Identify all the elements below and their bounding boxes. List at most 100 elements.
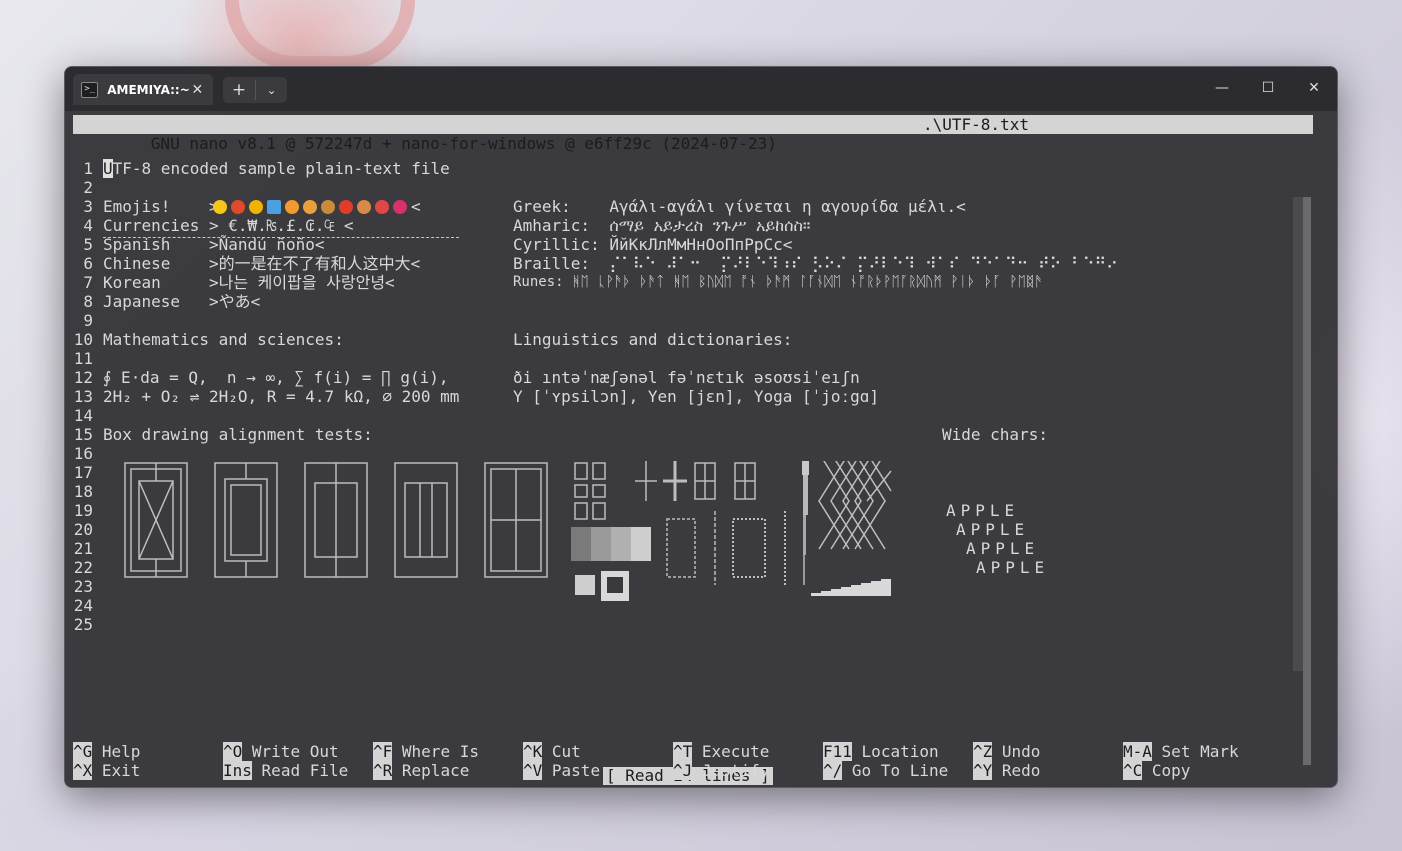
title-bar: >_ AMEMIYA::~ ✕ + ⌄ — ☐ ✕ bbox=[65, 67, 1337, 111]
line-number: 2 bbox=[83, 178, 93, 197]
shortcut-label: Write Out bbox=[251, 742, 339, 761]
new-tab-plus-icon[interactable]: + bbox=[223, 80, 256, 100]
emoji-icon bbox=[285, 199, 299, 214]
terminal-icon: >_ bbox=[81, 81, 99, 98]
shortcut-key: M-A bbox=[1123, 742, 1152, 761]
shortcut-key: ^V bbox=[523, 761, 543, 780]
shortcut-key: ^C bbox=[1123, 761, 1143, 780]
line-number: 20 bbox=[73, 520, 93, 539]
shortcut-paste[interactable]: ^V Paste bbox=[523, 761, 600, 780]
shortcut-label: Undo bbox=[1001, 742, 1041, 761]
line-number: 13 bbox=[73, 387, 93, 406]
text-line: Currencies > €.₩.₨.£.₢.₠ < bbox=[103, 216, 354, 235]
line-number: 12 bbox=[73, 368, 93, 387]
shortcut-where-is[interactable]: ^F Where Is bbox=[373, 742, 479, 761]
line-number: 19 bbox=[73, 501, 93, 520]
shortcut-label: Justify bbox=[701, 761, 770, 780]
line-number: 21 bbox=[73, 539, 93, 558]
line-number: 8 bbox=[83, 292, 93, 311]
maximize-button[interactable]: ☐ bbox=[1245, 73, 1291, 103]
wide-chars-line: APPLE bbox=[966, 539, 1040, 558]
terminal-window: >_ AMEMIYA::~ ✕ + ⌄ — ☐ ✕ GNU nano v8.1 … bbox=[64, 66, 1338, 788]
shortcut-key: F11 bbox=[823, 742, 852, 761]
wide-chars-line: APPLE bbox=[946, 501, 1020, 520]
line-number: 1 bbox=[83, 159, 93, 178]
shortcut-cut[interactable]: ^K Cut bbox=[523, 742, 581, 761]
line-number: 18 bbox=[73, 482, 93, 501]
text-line: Cyrillic: ЙйКкЛлМмНнОоПпРрСс< bbox=[513, 235, 793, 254]
shortcut-key: ^Z bbox=[973, 742, 993, 761]
text-line: Spanish >Ñandú ñoño< bbox=[103, 235, 325, 254]
scrollbar-thumb[interactable] bbox=[1293, 197, 1303, 671]
terminal-content[interactable]: GNU nano v8.1 @ 572247d + nano-for-windo… bbox=[65, 111, 1337, 787]
emoji-row: < bbox=[213, 197, 421, 216]
line-number: 15 bbox=[73, 425, 93, 444]
emoji-icon bbox=[267, 199, 281, 214]
emoji-icon bbox=[357, 199, 371, 214]
text-line: Linguistics and dictionaries: bbox=[513, 330, 793, 349]
line-text: TF-8 encoded sample plain-text file bbox=[112, 159, 450, 178]
scrollbar-track[interactable] bbox=[1303, 197, 1311, 765]
emoji-icon bbox=[393, 199, 407, 214]
shortcut-set-mark[interactable]: M-A Set Mark bbox=[1123, 742, 1239, 761]
line-number: 14 bbox=[73, 406, 93, 425]
shortcut-write-out[interactable]: ^O Write Out bbox=[223, 742, 339, 761]
text-line: Greek: Αγάλι-αγάλι γίνεται η αγουρίδα μέ… bbox=[513, 197, 966, 216]
shortcut-execute[interactable]: ^T Execute bbox=[673, 742, 769, 761]
line-number: 11 bbox=[73, 349, 93, 368]
text-line: Korean >나는 케이팝을 사랑안녕< bbox=[103, 273, 395, 292]
tab-amemiya[interactable]: >_ AMEMIYA::~ ✕ bbox=[73, 74, 213, 105]
emoji-icon bbox=[375, 199, 389, 214]
shortcut-label: Redo bbox=[1001, 761, 1041, 780]
line-number: 6 bbox=[83, 254, 93, 273]
text-line: Box drawing alignment tests: bbox=[103, 425, 373, 444]
text-line: Emojis! > bbox=[103, 197, 219, 216]
emoji-end: < bbox=[411, 197, 421, 216]
wide-chars-line: APPLE bbox=[976, 558, 1050, 577]
minimize-button[interactable]: — bbox=[1199, 73, 1245, 103]
shortcut-key: ^X bbox=[73, 761, 93, 780]
shortcut-replace[interactable]: ^R Replace bbox=[373, 761, 469, 780]
shortcut-help[interactable]: ^G Help bbox=[73, 742, 140, 761]
shortcut-exit[interactable]: ^X Exit bbox=[73, 761, 140, 780]
shortcut-redo[interactable]: ^Y Redo bbox=[973, 761, 1040, 780]
shortcut-copy[interactable]: ^C Copy bbox=[1123, 761, 1190, 780]
line-number: 22 bbox=[73, 558, 93, 577]
close-tab-icon[interactable]: ✕ bbox=[190, 82, 205, 98]
text-line: Y [ˈʏpsilɔn], Yen [jɛn], Yoga [ˈjoːgɑ] bbox=[513, 387, 880, 406]
shortcut-location[interactable]: F11 Location bbox=[823, 742, 939, 761]
shortcut-go-to-line[interactable]: ^/ Go To Line bbox=[823, 761, 948, 780]
line-number: 7 bbox=[83, 273, 93, 292]
shortcut-label: Replace bbox=[401, 761, 470, 780]
shortcut-key: ^Y bbox=[973, 761, 993, 780]
text-line: UTF-8 encoded sample plain-text file bbox=[103, 159, 450, 178]
shortcut-label: Exit bbox=[101, 761, 141, 780]
emoji-icon bbox=[213, 199, 227, 214]
shortcut-key: ^T bbox=[673, 742, 693, 761]
shortcut-read-file[interactable]: Ins Read File bbox=[223, 761, 348, 780]
chevron-down-icon[interactable]: ⌄ bbox=[256, 83, 287, 97]
tab-title: AMEMIYA::~ bbox=[107, 82, 190, 97]
line-number: 23 bbox=[73, 577, 93, 596]
line-number: 3 bbox=[83, 197, 93, 216]
text-line: Runes: ᚻᛖ ᚳᚹᚫᚦ ᚦᚫᛏ ᚻᛖ ᛒᚢᛞᛖ ᚩᚾ ᚦᚫᛗ ᛚᚪᚾᛞᛖ … bbox=[513, 274, 1043, 290]
shortcut-label: Where Is bbox=[401, 742, 479, 761]
wide-chars-line: APPLE bbox=[956, 520, 1030, 539]
shortcut-key: ^J bbox=[673, 761, 693, 780]
close-window-button[interactable]: ✕ bbox=[1291, 73, 1337, 103]
shortcut-label: Cut bbox=[551, 742, 581, 761]
nano-header-bar: GNU nano v8.1 @ 572247d + nano-for-windo… bbox=[73, 115, 1313, 153]
text-line: Japanese >やあ< bbox=[103, 292, 261, 311]
nano-version: GNU nano v8.1 @ 572247d + nano-for-windo… bbox=[150, 134, 777, 153]
line-number: 9 bbox=[83, 311, 93, 330]
shortcut-key: ^R bbox=[373, 761, 393, 780]
shortcut-key: ^/ bbox=[823, 761, 843, 780]
nano-filename: .\UTF-8.txt bbox=[923, 115, 1029, 134]
text-line: ∮ E⋅da = Q, n → ∞, ∑ f(i) = ∏ g(i), bbox=[103, 368, 449, 387]
shortcut-undo[interactable]: ^Z Undo bbox=[973, 742, 1040, 761]
text-line: Mathematics and sciences: bbox=[103, 330, 344, 349]
shortcut-label: Read File bbox=[261, 761, 349, 780]
text-line: Amharic: ሰማይ አይታረስ ንጉሥ አይከሰስ። bbox=[513, 216, 811, 235]
shortcut-label: Location bbox=[861, 742, 939, 761]
shortcut-justify[interactable]: ^J Justify bbox=[673, 761, 769, 780]
